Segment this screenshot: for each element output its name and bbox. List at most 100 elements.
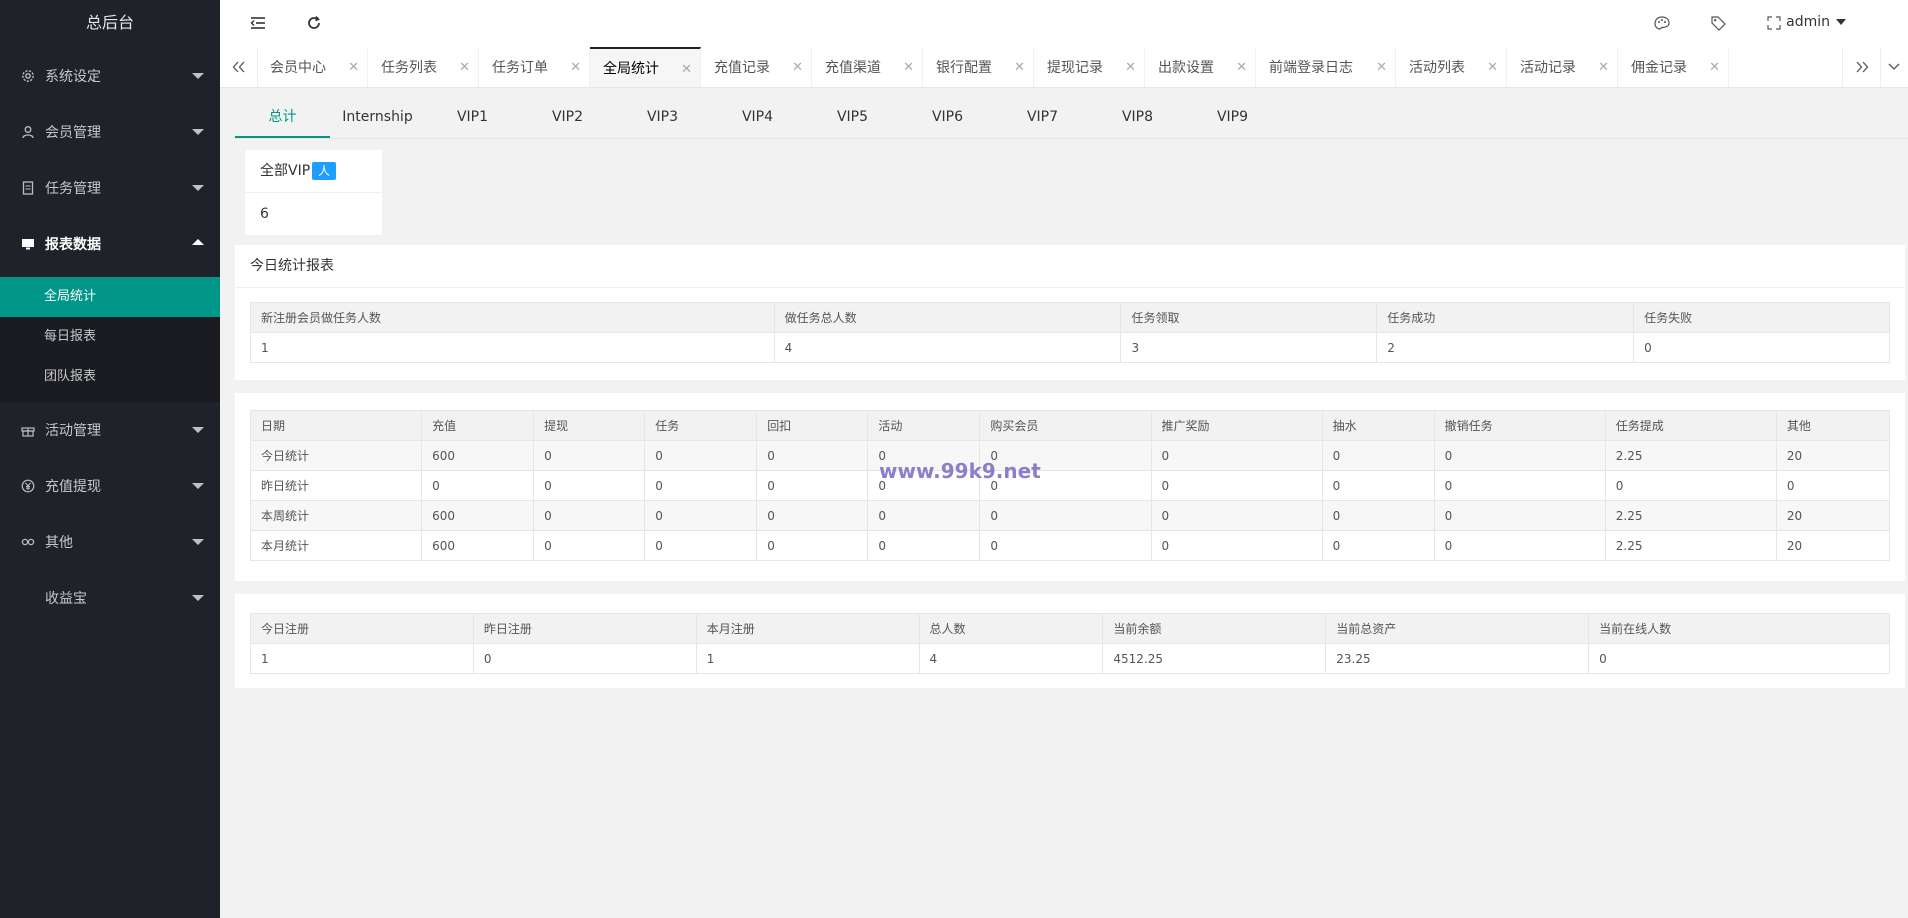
table-header-cell: 购买会员 — [979, 410, 1152, 441]
sidebar: 总后台 系统设定 会员管理 任务管理 报表数据 全局统计 每日报表 团队报表 活… — [0, 0, 220, 918]
table-cell: 0 — [1433, 470, 1606, 501]
tab-label: 任务订单 — [492, 60, 548, 76]
tab-activity-list[interactable]: 活动列表 ✕ — [1396, 47, 1507, 87]
tab-bank-config[interactable]: 银行配置 ✕ — [923, 47, 1034, 87]
table-header-cell: 总人数 — [918, 613, 1104, 644]
vip-tab-vip1[interactable]: VIP1 — [425, 96, 520, 138]
table-cell: 20 — [1775, 530, 1891, 561]
menu-report-data[interactable]: 报表数据 — [0, 216, 220, 272]
menu-recharge-withdraw[interactable]: 充值提现 — [0, 458, 220, 514]
vip-card-value: 6 — [260, 206, 269, 222]
table-cell: 0 — [1588, 643, 1890, 674]
tab-task-orders[interactable]: 任务订单 ✕ — [479, 47, 590, 87]
table-cell: 昨日统计 — [249, 470, 423, 501]
tab-label: 佣金记录 — [1631, 60, 1687, 76]
table-row: 本周统计 600 0 0 0 0 0 0 0 0 2.25 20 — [249, 500, 1891, 531]
chevron-down-icon — [192, 483, 204, 489]
menu-income-treasure[interactable]: 收益宝 — [0, 570, 220, 626]
vip-tab-total[interactable]: 总计 — [235, 96, 330, 138]
table-cell: 1 — [250, 643, 474, 674]
table-cell: 0 — [1150, 530, 1323, 561]
menu-label: 系统设定 — [45, 69, 101, 85]
menu-label: 报表数据 — [45, 237, 101, 253]
collapse-menu-icon[interactable] — [247, 12, 269, 34]
close-icon[interactable]: ✕ — [1487, 60, 1498, 75]
tabs-scroll-right-icon[interactable] — [1842, 47, 1881, 87]
table-header-row: 新注册会员做任务人数 做任务总人数 任务领取 任务成功 任务失败 — [250, 302, 1890, 333]
submenu-daily-report[interactable]: 每日报表 — [0, 317, 220, 357]
tab-member-center[interactable]: 会员中心 ✕ — [257, 47, 368, 87]
gear-icon — [20, 68, 36, 84]
close-icon[interactable]: ✕ — [681, 62, 692, 77]
tab-label: 前端登录日志 — [1269, 60, 1353, 76]
menu-label: 其他 — [45, 535, 73, 551]
tabs-menu-chevron-icon[interactable] — [1879, 47, 1908, 87]
menu-other[interactable]: 其他 — [0, 514, 220, 570]
close-icon[interactable]: ✕ — [1598, 60, 1609, 75]
table-cell: 0 — [756, 500, 869, 531]
close-icon[interactable]: ✕ — [459, 60, 470, 75]
vip-tab-vip9[interactable]: VIP9 — [1185, 96, 1280, 138]
menu-label: 任务管理 — [45, 181, 101, 197]
table-cell: 600 — [421, 530, 535, 561]
close-icon[interactable]: ✕ — [1709, 60, 1720, 75]
table-header-row: 今日注册 昨日注册 本月注册 总人数 当前余额 当前总资产 当前在线人数 — [250, 613, 1890, 644]
close-icon[interactable]: ✕ — [1236, 60, 1247, 75]
table-header-cell: 昨日注册 — [472, 613, 697, 644]
tab-global-stats[interactable]: 全局统计 ✕ — [590, 47, 701, 87]
chevron-down-icon — [192, 73, 204, 79]
vip-tab-vip5[interactable]: VIP5 — [805, 96, 900, 138]
close-icon[interactable]: ✕ — [570, 60, 581, 75]
tab-withdraw-records[interactable]: 提现记录 ✕ — [1034, 47, 1145, 87]
table-cell: 0 — [421, 470, 535, 501]
refresh-icon[interactable] — [303, 12, 325, 34]
vip-tab-vip6[interactable]: VIP6 — [900, 96, 995, 138]
table-row: 1 0 1 4 4512.25 23.25 0 — [250, 643, 1890, 674]
vip-count-card: 全部VIP 人 6 — [245, 150, 382, 235]
tab-activity-records[interactable]: 活动记录 ✕ — [1507, 47, 1618, 87]
table-cell: 今日统计 — [249, 440, 423, 471]
blank-icon — [20, 590, 36, 606]
submenu-team-report[interactable]: 团队报表 — [0, 357, 220, 397]
close-icon[interactable]: ✕ — [1125, 60, 1136, 75]
tab-recharge-records[interactable]: 充值记录 ✕ — [701, 47, 812, 87]
vip-card-label: 全部VIP — [260, 163, 311, 179]
close-icon[interactable]: ✕ — [903, 60, 914, 75]
chevron-down-icon — [192, 185, 204, 191]
theme-palette-icon[interactable] — [1651, 12, 1673, 34]
table-cell: 0 — [756, 440, 869, 471]
close-icon[interactable]: ✕ — [348, 60, 359, 75]
vip-tab-internship[interactable]: Internship — [330, 96, 425, 138]
vip-tab-vip7[interactable]: VIP7 — [995, 96, 1090, 138]
tab-label: 活动列表 — [1409, 60, 1465, 76]
table-cell: 0 — [1604, 470, 1777, 501]
close-icon[interactable]: ✕ — [1376, 60, 1387, 75]
tabs-list: 会员中心 ✕ 任务列表 ✕ 任务订单 ✕ 全局统计 ✕ 充值记录 ✕ 充值渠道 ✕ 银行配置… — [257, 47, 1729, 87]
table-cell: 0 — [979, 530, 1152, 561]
close-icon[interactable]: ✕ — [1014, 60, 1025, 75]
user-menu[interactable]: admin — [1786, 14, 1846, 30]
submenu-global-stats[interactable]: 全局统计 — [0, 277, 220, 317]
close-icon[interactable]: ✕ — [792, 60, 803, 75]
tabs-scroll-left-icon[interactable] — [220, 47, 258, 87]
tag-icon[interactable] — [1707, 12, 1729, 34]
tab-task-list[interactable]: 任务列表 ✕ — [368, 47, 479, 87]
menu-system-settings[interactable]: 系统设定 — [0, 48, 220, 104]
tab-commission-records[interactable]: 佣金记录 ✕ — [1618, 47, 1729, 87]
menu-task-management[interactable]: 任务管理 — [0, 160, 220, 216]
table-row: 1 4 3 2 0 — [250, 332, 1890, 363]
chevron-down-icon — [192, 539, 204, 545]
menu-activity-management[interactable]: 活动管理 — [0, 402, 220, 458]
tab-payout-settings[interactable]: 出款设置 ✕ — [1145, 47, 1256, 87]
vip-tab-vip4[interactable]: VIP4 — [710, 96, 805, 138]
tab-recharge-channels[interactable]: 充值渠道 ✕ — [812, 47, 923, 87]
vip-tab-vip3[interactable]: VIP3 — [615, 96, 710, 138]
menu-member-management[interactable]: 会员管理 — [0, 104, 220, 160]
table-cell: 4512.25 — [1102, 643, 1327, 674]
tab-frontend-login-log[interactable]: 前端登录日志 ✕ — [1256, 47, 1396, 87]
fullscreen-icon[interactable] — [1763, 12, 1785, 34]
vip-tab-vip8[interactable]: VIP8 — [1090, 96, 1185, 138]
vip-tab-vip2[interactable]: VIP2 — [520, 96, 615, 138]
menu-label: 充值提现 — [45, 479, 101, 495]
table-header-row: 日期 充值 提现 任务 回扣 活动 购买会员 推广奖励 抽水 撤销任务 任务提成 其他 — [249, 410, 1891, 441]
